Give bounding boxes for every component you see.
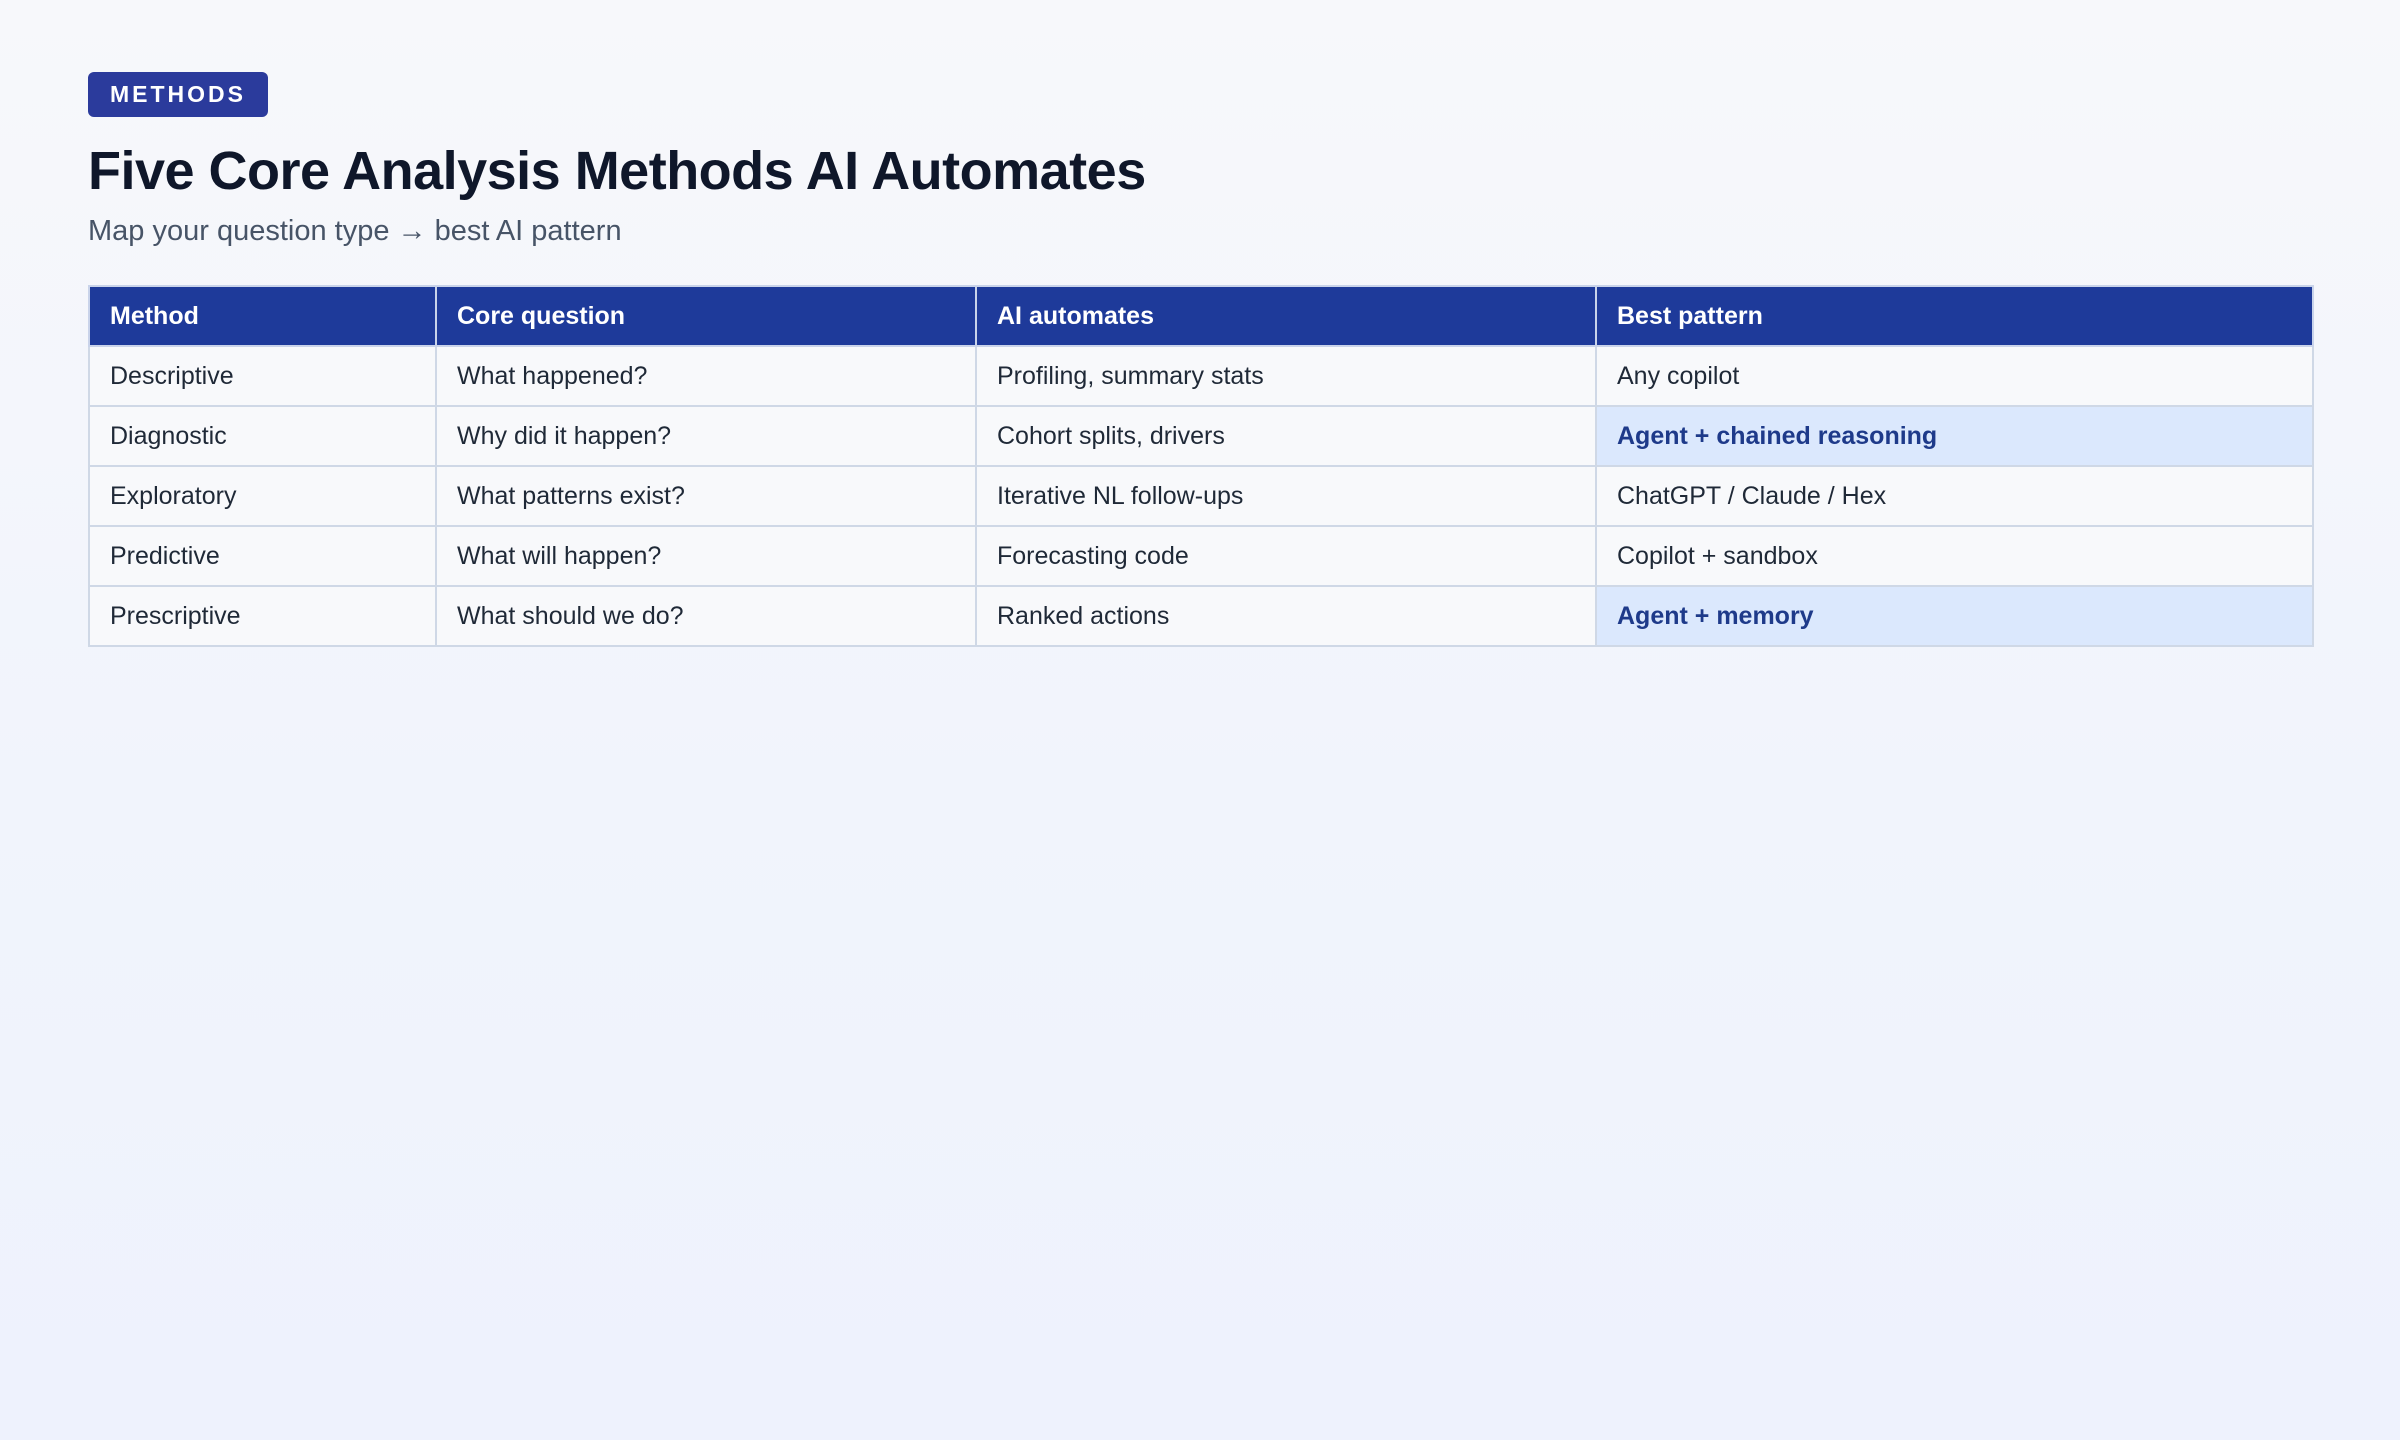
cell-best-pattern: ChatGPT / Claude / Hex bbox=[1595, 465, 2314, 527]
cell-method: Diagnostic bbox=[88, 405, 437, 467]
cell-best-pattern: Agent + memory bbox=[1595, 585, 2314, 647]
cell-ai-automates: Iterative NL follow-ups bbox=[975, 465, 1597, 527]
table-row: Descriptive What happened? Profiling, su… bbox=[88, 345, 2314, 407]
header-method: Method bbox=[88, 285, 437, 347]
cell-core-question: What happened? bbox=[435, 345, 977, 407]
methods-table: Method Core question AI automates Best p… bbox=[88, 285, 2314, 647]
cell-ai-automates: Ranked actions bbox=[975, 585, 1597, 647]
page-title: Five Core Analysis Methods AI Automates bbox=[88, 141, 1146, 201]
cell-core-question: What should we do? bbox=[435, 585, 977, 647]
cell-method: Predictive bbox=[88, 525, 437, 587]
cell-best-pattern: Agent + chained reasoning bbox=[1595, 405, 2314, 467]
cell-method: Prescriptive bbox=[88, 585, 437, 647]
cell-core-question: Why did it happen? bbox=[435, 405, 977, 467]
cell-method: Exploratory bbox=[88, 465, 437, 527]
cell-method: Descriptive bbox=[88, 345, 437, 407]
table-row: Diagnostic Why did it happen? Cohort spl… bbox=[88, 405, 2314, 467]
slide: METHODS Five Core Analysis Methods AI Au… bbox=[0, 0, 2400, 1440]
cell-best-pattern: Any copilot bbox=[1595, 345, 2314, 407]
section-badge: METHODS bbox=[88, 72, 268, 117]
table-row: Predictive What will happen? Forecasting… bbox=[88, 525, 2314, 587]
table-body: Descriptive What happened? Profiling, su… bbox=[88, 345, 2314, 647]
cell-ai-automates: Cohort splits, drivers bbox=[975, 405, 1597, 467]
table-header-row: Method Core question AI automates Best p… bbox=[88, 285, 2314, 347]
cell-core-question: What will happen? bbox=[435, 525, 977, 587]
table-row: Exploratory What patterns exist? Iterati… bbox=[88, 465, 2314, 527]
cell-ai-automates: Profiling, summary stats bbox=[975, 345, 1597, 407]
cell-ai-automates: Forecasting code bbox=[975, 525, 1597, 587]
cell-core-question: What patterns exist? bbox=[435, 465, 977, 527]
table-row: Prescriptive What should we do? Ranked a… bbox=[88, 585, 2314, 647]
header-core-question: Core question bbox=[435, 285, 977, 347]
header-ai-automates: AI automates bbox=[975, 285, 1597, 347]
cell-best-pattern: Copilot + sandbox bbox=[1595, 525, 2314, 587]
table-header: Method Core question AI automates Best p… bbox=[88, 285, 2314, 347]
page-subtitle: Map your question type → best AI pattern bbox=[88, 215, 622, 247]
header-best-pattern: Best pattern bbox=[1595, 285, 2314, 347]
